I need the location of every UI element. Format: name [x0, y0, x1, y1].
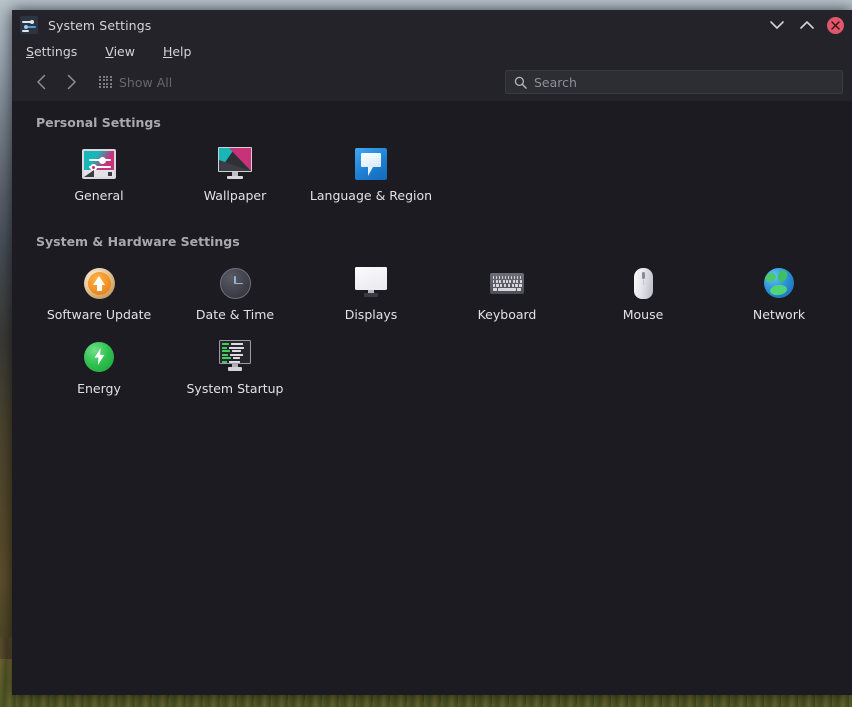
monitor-icon	[353, 265, 389, 301]
menu-help-accel: H	[162, 44, 173, 59]
close-icon[interactable]	[827, 16, 844, 34]
tile-language-region[interactable]: Language & Region	[303, 139, 439, 212]
menu-help-label: elp	[172, 44, 192, 59]
tile-label-date-time: Date & Time	[195, 307, 275, 323]
tile-label-mouse: Mouse	[622, 307, 664, 323]
chevron-up-icon[interactable]	[797, 15, 817, 35]
tile-displays[interactable]: Displays	[303, 258, 439, 331]
display-sliders-icon	[81, 146, 117, 182]
tile-label-language-region: Language & Region	[309, 188, 433, 203]
tile-keyboard[interactable]: Keyboard	[439, 258, 575, 331]
tile-label-software-update: Software Update	[46, 307, 152, 323]
section-personal-settings: Personal Settings General Wallpaper Lang…	[12, 115, 852, 212]
tile-label-general: General	[74, 188, 124, 203]
keyboard-icon	[489, 265, 525, 301]
search-input[interactable]	[534, 74, 834, 90]
tile-general[interactable]: General	[31, 139, 167, 212]
update-arrow-icon	[81, 265, 117, 301]
section-system-hardware-settings: System & Hardware Settings Software Upda…	[12, 234, 852, 405]
tile-network[interactable]: Network	[711, 258, 847, 331]
system-settings-window: System Settings Settings View Help Show …	[12, 10, 852, 695]
speech-bubble-icon	[353, 146, 389, 182]
tile-system-startup[interactable]: System Startup	[167, 332, 303, 405]
chevron-down-icon[interactable]	[767, 15, 787, 35]
menu-settings[interactable]: Settings	[24, 43, 79, 60]
section-title-system: System & Hardware Settings	[36, 234, 240, 250]
chevron-right-icon	[67, 74, 76, 90]
tile-label-system-startup: System Startup	[186, 380, 284, 396]
chevron-left-icon	[36, 74, 45, 90]
show-all-button[interactable]: Show All	[99, 75, 172, 90]
grid-dots-icon	[99, 75, 112, 89]
menubar: Settings View Help	[12, 40, 852, 63]
menu-view-accel: V	[105, 44, 114, 59]
back-button[interactable]	[26, 69, 56, 95]
globe-icon	[761, 265, 797, 301]
section-title-personal: Personal Settings	[36, 115, 161, 130]
tile-label-energy: Energy	[77, 380, 121, 396]
mouse-icon	[625, 265, 661, 301]
show-all-label: Show All	[119, 74, 173, 90]
search-icon	[514, 76, 527, 89]
window-title: System Settings	[48, 17, 152, 33]
power-bolt-icon	[81, 339, 117, 375]
tile-mouse[interactable]: Mouse	[575, 258, 711, 331]
tile-label-displays: Displays	[344, 307, 398, 323]
tile-grid-system: Software Update Date & Time Displays Key…	[12, 258, 852, 405]
tile-energy[interactable]: Energy	[31, 332, 167, 405]
tile-wallpaper[interactable]: Wallpaper	[167, 139, 303, 212]
window-controls	[767, 15, 844, 35]
boot-terminal-icon	[217, 339, 253, 375]
tile-label-keyboard: Keyboard	[477, 307, 537, 323]
settings-content: Personal Settings General Wallpaper Lang…	[12, 101, 852, 695]
toolbar: Show All	[12, 63, 852, 101]
search-box[interactable]	[505, 70, 843, 94]
tile-software-update[interactable]: Software Update	[31, 258, 167, 331]
menu-view-label: iew	[113, 44, 135, 59]
clock-icon	[217, 265, 253, 301]
menu-help[interactable]: Help	[161, 43, 194, 60]
sliders-icon	[20, 16, 38, 34]
tile-grid-personal: General Wallpaper Language & Region	[12, 139, 852, 212]
tile-label-network: Network	[752, 307, 806, 323]
menu-settings-label: ettings	[33, 44, 78, 59]
menu-settings-accel: S	[26, 44, 34, 59]
titlebar[interactable]: System Settings	[12, 10, 852, 40]
menu-view[interactable]: View	[103, 43, 137, 60]
tile-label-wallpaper: Wallpaper	[203, 188, 267, 203]
monitor-wallpaper-icon	[217, 146, 253, 182]
forward-button[interactable]	[56, 69, 86, 95]
tile-date-time[interactable]: Date & Time	[167, 258, 303, 331]
